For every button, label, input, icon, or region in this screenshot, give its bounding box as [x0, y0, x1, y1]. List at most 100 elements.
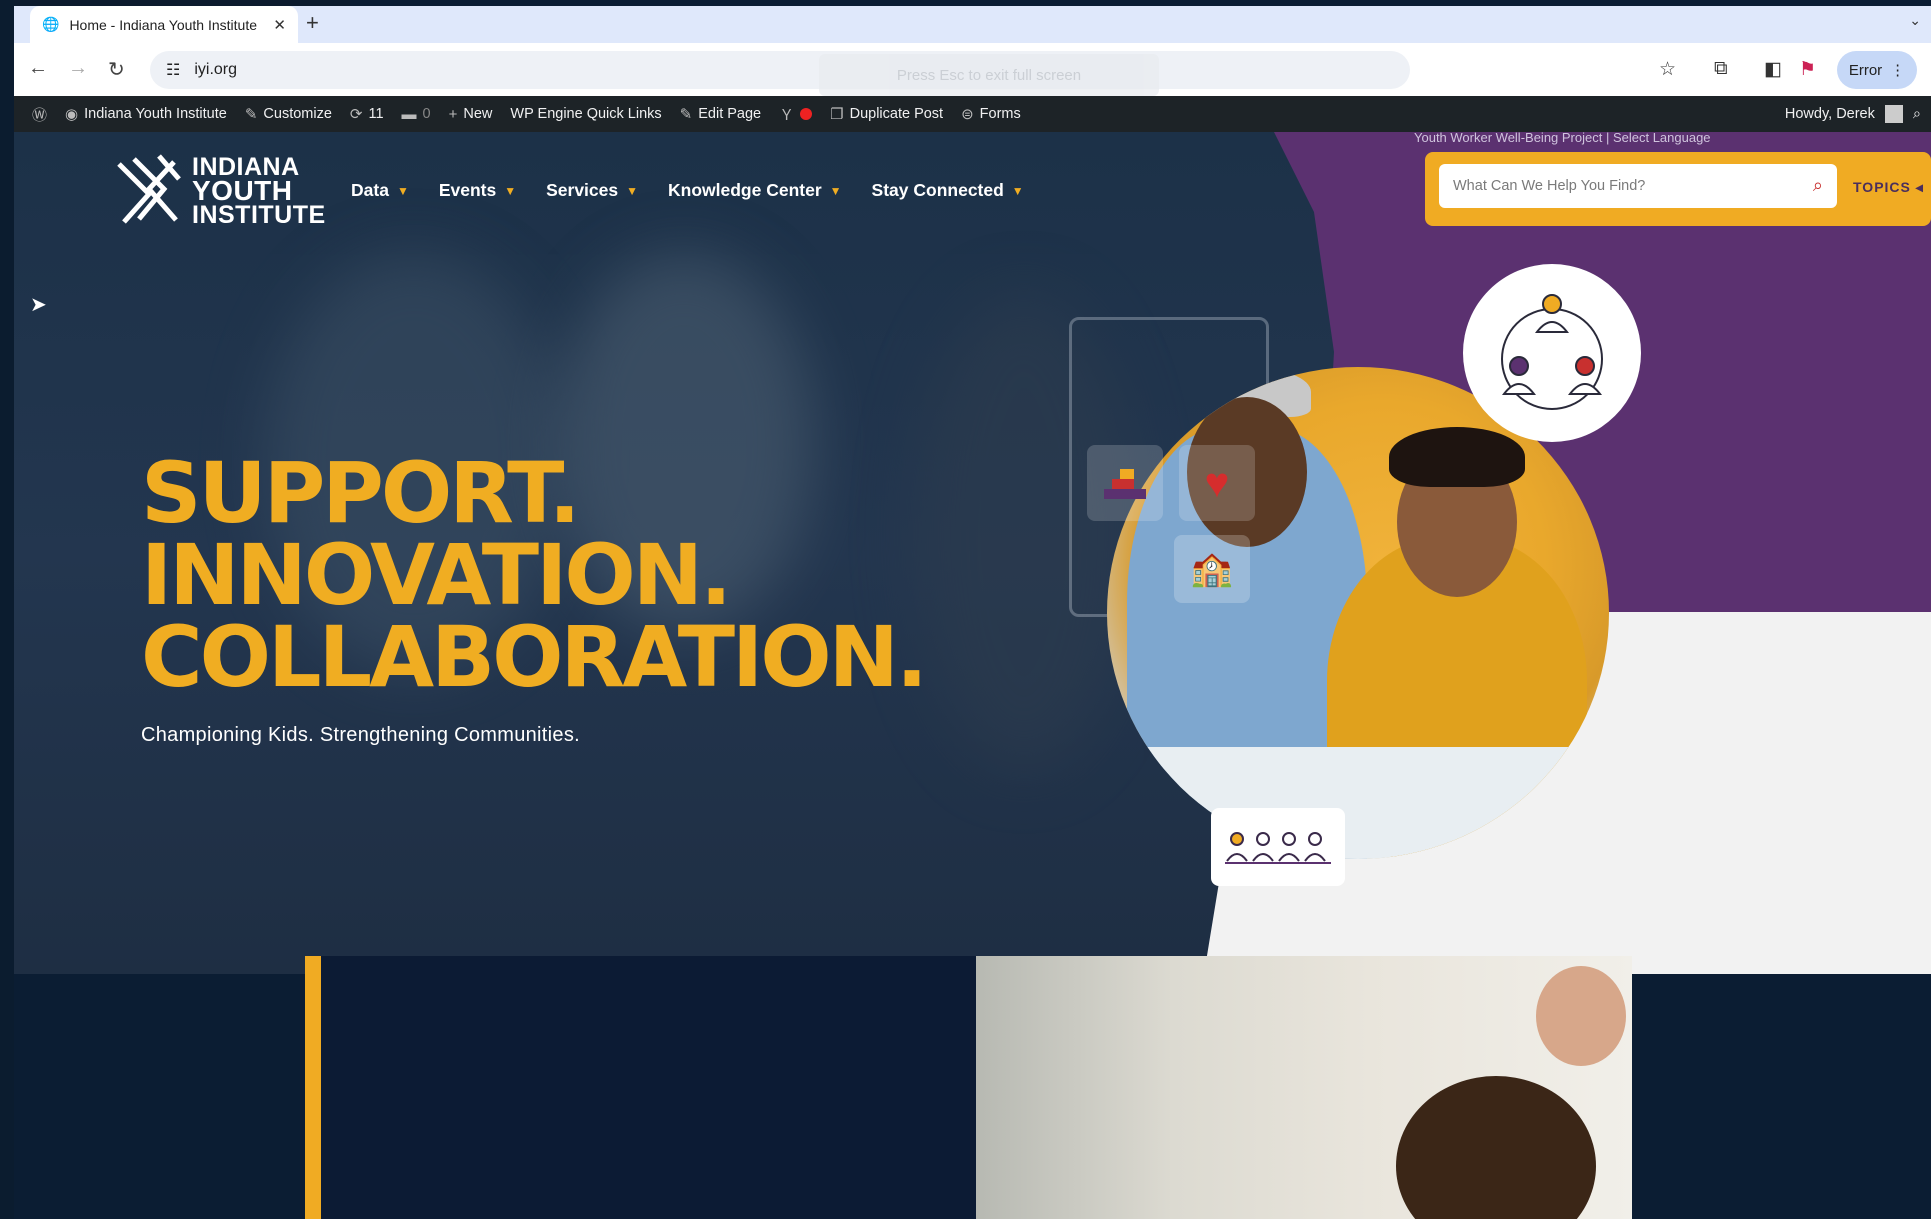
- hero-subheadline: Championing Kids. Strengthening Communit…: [141, 724, 580, 746]
- duplicate-post-link[interactable]: ❐ Duplicate Post: [830, 105, 943, 123]
- yoast-icon: Ｙ: [779, 106, 795, 124]
- side-panel-icon[interactable]: ◧: [1764, 58, 1782, 81]
- back-arrow-icon[interactable]: ←: [28, 57, 48, 80]
- nav-item-stay-connected[interactable]: Stay Connected ▼: [872, 180, 1024, 201]
- chart-steps-icon: [1104, 469, 1146, 499]
- table-surface: [1107, 747, 1609, 859]
- site-settings-icon[interactable]: ☷: [166, 60, 180, 80]
- topics-label: TOPICS: [1853, 179, 1911, 195]
- group-people-icon: [1225, 832, 1331, 864]
- forms-icon: ⊜: [961, 106, 974, 123]
- site-name-link[interactable]: ◉ Indiana Youth Institute: [65, 105, 227, 123]
- new-link[interactable]: + New: [449, 106, 493, 123]
- updates-link[interactable]: ⟳ 11: [350, 105, 384, 123]
- section-accent-bar: [305, 956, 321, 1219]
- wp-engine-link[interactable]: WP Engine Quick Links: [510, 106, 661, 122]
- customize-label: Customize: [263, 106, 332, 122]
- heart-icon: ♥: [1204, 459, 1230, 506]
- stats-card: [1087, 445, 1163, 521]
- headline-line: COLLABORATION.: [141, 608, 928, 706]
- extension-icon[interactable]: ⚑: [1799, 58, 1816, 81]
- person-face: [1536, 966, 1626, 1066]
- reload-icon[interactable]: ↻: [108, 57, 125, 82]
- browser-tab[interactable]: 🌐 Home - Indiana Youth Institute ✕: [30, 6, 298, 43]
- brush-icon: ✎: [244, 106, 258, 123]
- new-label: New: [463, 106, 493, 122]
- comments-link[interactable]: ▬ 0: [402, 106, 431, 123]
- search-icon[interactable]: ⌕: [1913, 106, 1921, 122]
- caret-down-icon: ▼: [504, 183, 517, 198]
- avatar[interactable]: [1884, 105, 1903, 123]
- edit-page-link[interactable]: ✎ Edit Page: [680, 105, 761, 123]
- community-circle: [1463, 264, 1641, 442]
- yoast-link[interactable]: Ｙ: [779, 104, 813, 125]
- profile-error-label: Error: [1848, 61, 1883, 79]
- forms-link[interactable]: ⊜ Forms: [961, 105, 1021, 123]
- pencil-icon: ✎: [679, 106, 693, 123]
- nav-item-events[interactable]: Events ▼: [439, 180, 516, 201]
- profile-error-button[interactable]: Error ⋮: [1837, 51, 1917, 89]
- nav-item-services[interactable]: Services ▼: [546, 180, 638, 201]
- nav-item-data[interactable]: Data ▼: [351, 180, 409, 201]
- url-bar[interactable]: ☷ iyi.org: [150, 51, 1410, 89]
- top-links[interactable]: Youth Worker Well-Being Project | Select…: [1414, 132, 1711, 145]
- site-logo[interactable]: INDIANA YOUTH INSTITUTE: [114, 154, 326, 228]
- person-hair: [1396, 1076, 1596, 1219]
- edit-page-label: Edit Page: [698, 106, 762, 122]
- screen: 🌐 Home - Indiana Youth Institute ✕ + ⌄ ←…: [0, 0, 1931, 1219]
- more-icon: ⋮: [1890, 62, 1906, 79]
- caret-down-icon: ▼: [1011, 183, 1024, 198]
- forms-label: Forms: [979, 106, 1021, 122]
- search-placeholder: What Can We Help You Find?: [1453, 178, 1646, 194]
- updates-count: 11: [368, 106, 384, 122]
- nav-label: Data: [351, 180, 389, 200]
- headline-line: INNOVATION.: [141, 526, 732, 624]
- wp-admin-bar: Ⓦ ◉ Indiana Youth Institute ✎ Customize ⟳ 1…: [14, 96, 1931, 132]
- left-edge: [0, 0, 14, 1219]
- close-tab-icon[interactable]: ✕: [273, 16, 286, 34]
- mouse-cursor-icon: ➤: [30, 294, 47, 316]
- wp-engine-label: WP Engine Quick Links: [510, 106, 662, 122]
- main-nav: Data ▼ Events ▼ Services ▼ Knowledge Center…: [351, 180, 1024, 201]
- fullscreen-hint: Press Esc to exit full screen: [819, 54, 1159, 96]
- nav-label: Events: [438, 180, 497, 200]
- plus-icon: +: [448, 105, 458, 123]
- customize-link[interactable]: ✎ Customize: [245, 105, 332, 123]
- star-icon[interactable]: ☆: [1659, 58, 1676, 81]
- connection-people-icon: [1501, 294, 1603, 410]
- caret-down-icon: ▼: [829, 183, 842, 198]
- url-text: iyi.org: [194, 61, 238, 78]
- comment-icon: ▬: [401, 105, 417, 123]
- topics-button[interactable]: TOPICS ◂: [1853, 179, 1924, 196]
- nav-item-knowledge-center[interactable]: Knowledge Center ▼: [668, 180, 842, 201]
- duplicate-icon: ❐: [830, 106, 844, 123]
- logo-mark-icon: [117, 154, 181, 224]
- wp-account: Howdy, Derek ⌕: [1785, 96, 1921, 132]
- wordpress-logo-icon[interactable]: Ⓦ: [32, 104, 47, 125]
- seo-status-dot: [800, 108, 813, 120]
- people-card: [1211, 808, 1345, 886]
- hero-section: Youth Worker Well-Being Project | Select…: [14, 132, 1931, 974]
- nav-label: Services: [546, 180, 619, 200]
- comments-count: 0: [422, 106, 431, 122]
- search-input[interactable]: What Can We Help You Find? ⌕: [1439, 164, 1837, 208]
- school-icon: 🏫: [1190, 550, 1234, 588]
- feature-photo: [976, 956, 1632, 1219]
- chevron-down-icon[interactable]: ⌄: [1909, 12, 1921, 29]
- tab-title: Home - Indiana Youth Institute: [69, 16, 258, 33]
- extensions-icon[interactable]: ⧉: [1714, 58, 1728, 80]
- dashboard-icon: ◉: [65, 106, 79, 123]
- nav-label: Stay Connected: [871, 180, 1004, 200]
- logo-text: INDIANA YOUTH INSTITUTE: [192, 155, 326, 228]
- caret-down-icon: ▼: [396, 183, 409, 198]
- hero-headline: SUPPORT. INNOVATION. COLLABORATION.: [141, 451, 928, 706]
- search-icon[interactable]: ⌕: [1813, 175, 1823, 196]
- howdy-link[interactable]: Howdy, Derek: [1785, 106, 1875, 122]
- forward-arrow-icon[interactable]: →: [68, 57, 88, 80]
- duplicate-post-label: Duplicate Post: [849, 106, 944, 122]
- heart-card: ♥: [1179, 445, 1255, 521]
- globe-icon: 🌐: [42, 16, 60, 32]
- new-tab-icon[interactable]: +: [306, 10, 319, 36]
- caret-down-icon: ▼: [626, 183, 639, 198]
- site-name-label: Indiana Youth Institute: [84, 106, 227, 122]
